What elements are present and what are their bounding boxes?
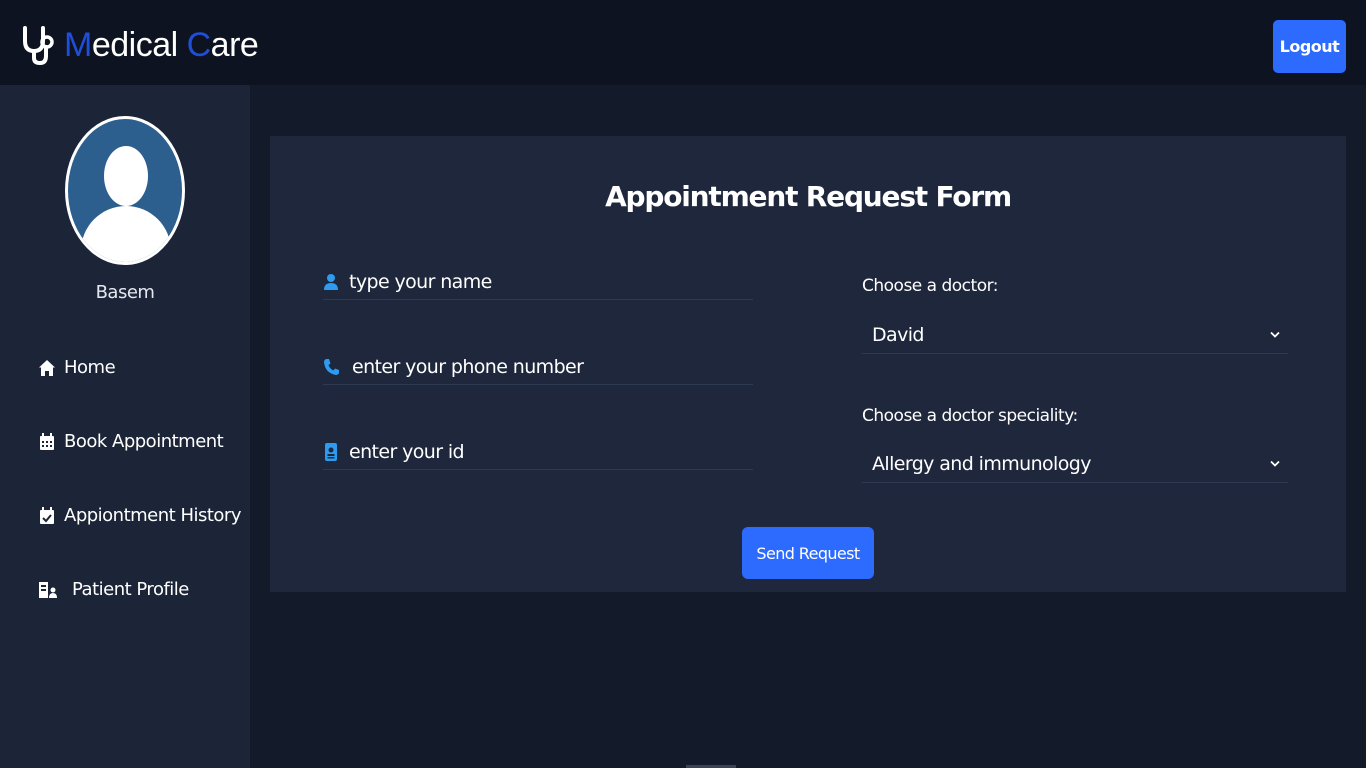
doctor-label: Choose a doctor: xyxy=(862,276,999,296)
sidebar-item-book-appointment[interactable]: Book Appointment xyxy=(38,431,224,452)
chevron-down-icon xyxy=(1270,331,1280,338)
sidebar-item-patient-profile[interactable]: Patient Profile xyxy=(38,579,189,600)
sidebar-item-label: Book Appointment xyxy=(64,431,224,452)
name-input[interactable] xyxy=(349,270,749,293)
appointment-form-card: Appointment Request Form Choose a doctor… xyxy=(270,136,1346,592)
stethoscope-icon xyxy=(23,26,54,65)
sidebar-item-label: Appiontment History xyxy=(64,505,241,526)
top-navbar: Medical Care Logout xyxy=(0,0,1366,85)
name-field xyxy=(323,264,753,300)
doctor-select[interactable]: David xyxy=(862,316,1288,354)
sidebar-item-label: Home xyxy=(64,357,116,378)
send-request-button[interactable]: Send Request xyxy=(742,527,874,579)
phone-field xyxy=(323,349,753,385)
sidebar-item-label: Patient Profile xyxy=(72,579,189,600)
sidebar-item-appointment-history[interactable]: Appiontment History xyxy=(38,505,241,526)
speciality-label: Choose a doctor speciality: xyxy=(862,406,1078,426)
doctor-select-value: David xyxy=(872,323,924,346)
speciality-select-value: Allergy and immunology xyxy=(872,452,1091,475)
speciality-select[interactable]: Allergy and immunology xyxy=(862,445,1288,483)
patient-icon xyxy=(39,581,57,598)
calendar-check-icon xyxy=(40,506,54,524)
calendar-icon xyxy=(40,432,54,450)
brand-name: Medical Care xyxy=(64,25,259,64)
home-icon xyxy=(39,359,55,376)
user-icon xyxy=(324,273,338,290)
id-field xyxy=(323,434,753,470)
brand-logo[interactable]: Medical Care xyxy=(20,24,259,66)
chevron-down-icon xyxy=(1270,460,1280,467)
sidebar-item-home[interactable]: Home xyxy=(38,357,116,378)
user-name: Basem xyxy=(95,282,155,303)
phone-icon xyxy=(324,358,339,375)
logout-button[interactable]: Logout xyxy=(1273,20,1346,73)
phone-input[interactable] xyxy=(352,355,752,378)
id-input[interactable] xyxy=(349,440,749,463)
id-badge-icon xyxy=(325,442,337,461)
sidebar: Basem Home Book Appointment Appiontment … xyxy=(0,85,250,768)
form-title: Appointment Request Form xyxy=(605,180,1012,213)
avatar xyxy=(65,116,185,265)
